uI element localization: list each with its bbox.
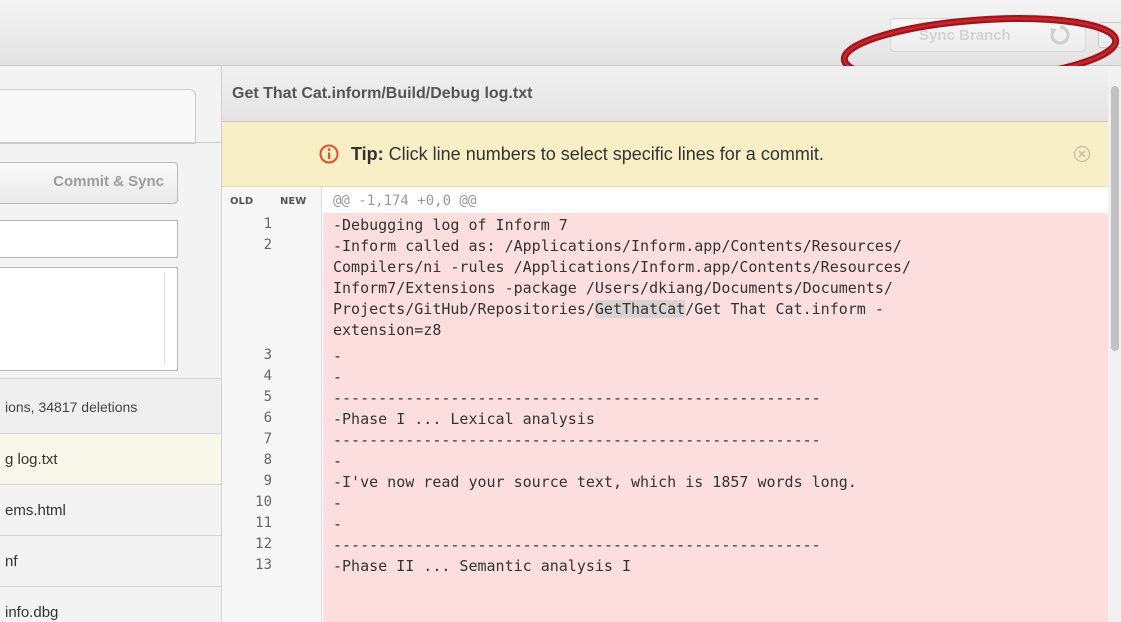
diff-line-wrap: Inform7/Extensions -package /Users/dkian…: [222, 278, 1108, 299]
old-line-number[interactable]: 8: [222, 452, 272, 468]
old-line-number[interactable]: 6: [222, 410, 272, 426]
close-icon[interactable]: [1073, 145, 1091, 163]
line-code: -Inform called as: /Applications/Inform.…: [333, 237, 902, 255]
line-code: -I've now read your source text, which i…: [333, 473, 857, 491]
old-line-number[interactable]: 9: [222, 473, 272, 489]
commit-summary-input[interactable]: [0, 220, 178, 258]
diff-line-wrap: extension=z8: [222, 320, 1108, 341]
gutter-header: OLD NEW: [222, 187, 322, 213]
line-code: -: [333, 494, 343, 512]
line-code: -: [333, 368, 343, 386]
diff-view: Get That Cat.inform/Build/Debug log.txt …: [222, 66, 1108, 622]
diff-content: OLD NEW @@ -1,174 +0,0 @@ 1 -Debugging lo…: [222, 187, 1108, 622]
old-line-number[interactable]: 3: [222, 347, 272, 363]
toolbar-overflow-button[interactable]: [1098, 22, 1121, 48]
old-line-number[interactable]: 10: [222, 494, 272, 510]
line-code: Compilers/ni -rules /Applications/Inform…: [333, 258, 911, 276]
line-code: -Phase II ... Semantic analysis I: [333, 557, 632, 575]
diff-line[interactable]: 2 -Inform called as: /Applications/Inform…: [222, 236, 1108, 257]
tip-label: Tip:: [351, 144, 384, 164]
diff-line[interactable]: 13 -Phase II ... Semantic analysis I: [222, 556, 1108, 577]
sync-icon: [1050, 25, 1070, 45]
tip-text: Tip: Click line numbers to select specif…: [351, 144, 824, 165]
scrollbar-thumb[interactable]: [1111, 86, 1119, 351]
sync-branch-label: Sync Branch: [919, 27, 1011, 44]
old-line-number[interactable]: 11: [222, 515, 272, 531]
line-code: -Phase I ... Lexical analysis: [333, 410, 595, 428]
diff-line-wrap: Projects/GitHub/Repositories/GetThatCat/…: [222, 299, 1108, 320]
old-line-number[interactable]: 12: [222, 536, 272, 552]
line-code: -: [333, 347, 343, 365]
old-line-number[interactable]: 1: [222, 216, 272, 232]
old-line-number[interactable]: 7: [222, 431, 272, 447]
diff-scrollbar[interactable]: [1108, 66, 1121, 622]
old-column-header: OLD: [230, 196, 254, 207]
tip-banner: Tip: Click line numbers to select specif…: [222, 122, 1108, 187]
tip-message: Click line numbers to select specific li…: [383, 144, 824, 164]
file-list-item[interactable]: info.dbg: [0, 587, 221, 622]
diff-line[interactable]: 10 -: [222, 493, 1108, 514]
line-code: Projects/GitHub/Repositories/GetThatCat/…: [333, 300, 884, 318]
code-segment: /Get That Cat.inform -: [685, 300, 884, 318]
diff-file-path: Get That Cat.inform/Build/Debug log.txt: [222, 66, 1108, 122]
line-code: -Debugging log of Inform 7: [333, 216, 568, 234]
code-segment: Projects/GitHub/Repositories/: [333, 300, 595, 318]
hunk-header: @@ -1,174 +0,0 @@: [323, 187, 1108, 213]
diff-line[interactable]: 8-: [222, 451, 1108, 472]
old-line-number[interactable]: 13: [222, 557, 272, 573]
diff-line[interactable]: 4-: [222, 367, 1108, 388]
diff-stats: ions, 34817 deletions: [0, 378, 221, 434]
line-code: extension=z8: [333, 321, 442, 339]
commit-and-sync-button[interactable]: Commit & Sync: [0, 162, 178, 204]
old-line-number[interactable]: 2: [222, 237, 272, 253]
commit-description-field[interactable]: [0, 267, 178, 371]
line-code: ----------------------------------------…: [333, 389, 821, 407]
diff-line[interactable]: 3-: [222, 346, 1108, 367]
divider: [0, 142, 221, 143]
changes-sidebar: Commit & Sync ions, 34817 deletions g lo…: [0, 66, 222, 622]
diff-line[interactable]: 11 -: [222, 514, 1108, 535]
search-highlight: GetThatCat: [594, 300, 686, 318]
old-line-number[interactable]: 5: [222, 389, 272, 405]
file-list-item[interactable]: nf: [0, 536, 221, 587]
line-code: ----------------------------------------…: [333, 431, 821, 449]
diff-line[interactable]: 7 ---------------------------------------…: [222, 430, 1108, 451]
new-column-header: NEW: [280, 196, 307, 207]
line-code: Inform7/Extensions -package /Users/dkian…: [333, 279, 893, 297]
description-scrollbar[interactable]: [164, 272, 173, 366]
old-line-number[interactable]: 4: [222, 368, 272, 384]
diff-line[interactable]: 12 --------------------------------------…: [222, 535, 1108, 556]
diff-line-wrap: Compilers/ni -rules /Applications/Inform…: [222, 257, 1108, 278]
diff-line[interactable]: 9 -I've now read your source text, which …: [222, 472, 1108, 493]
line-code: -: [333, 452, 343, 470]
diff-line[interactable]: 6 -Phase I ... Lexical analysis: [222, 409, 1108, 430]
line-code: ----------------------------------------…: [333, 536, 821, 554]
diff-line[interactable]: 1 -Debugging log of Inform 7: [222, 215, 1108, 236]
changes-tab[interactable]: [0, 89, 196, 144]
line-code: -: [333, 515, 343, 533]
file-list-item[interactable]: ems.html: [0, 485, 221, 536]
sync-branch-button[interactable]: Sync Branch: [890, 18, 1086, 52]
file-list-item[interactable]: g log.txt: [0, 434, 221, 485]
toolbar: Sync Branch: [0, 0, 1121, 66]
diff-line[interactable]: 5 ---------------------------------------…: [222, 388, 1108, 409]
info-icon: [319, 144, 339, 164]
